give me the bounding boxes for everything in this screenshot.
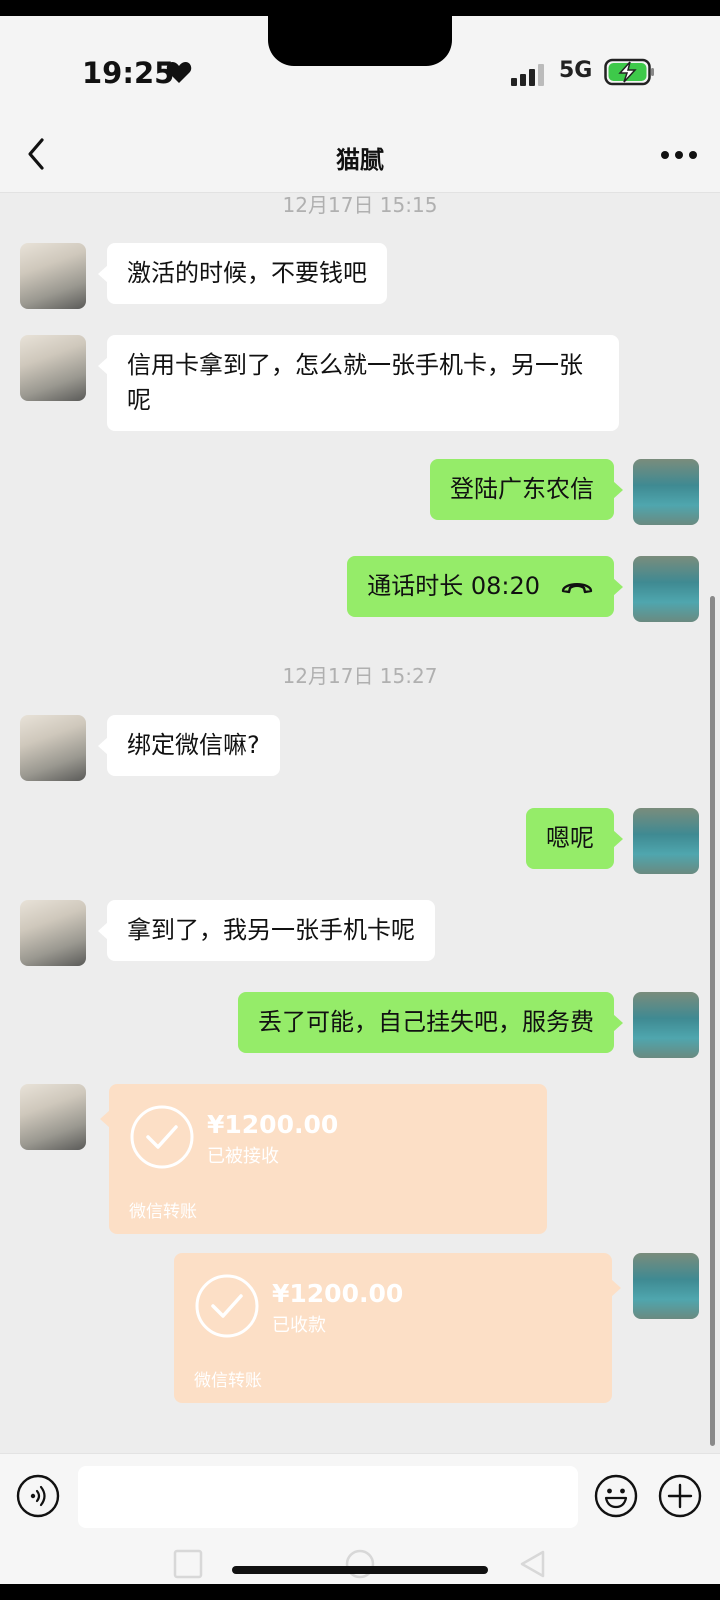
call-record-bubble[interactable]: 通话时长 08:20 bbox=[347, 556, 623, 617]
signal-icon bbox=[511, 62, 551, 86]
check-circle-icon bbox=[195, 1274, 259, 1338]
avatar[interactable] bbox=[20, 243, 86, 309]
more-dots-icon[interactable] bbox=[660, 150, 698, 160]
recent-apps-icon[interactable] bbox=[172, 1548, 204, 1580]
message-bubble[interactable]: 嗯呢 bbox=[526, 808, 623, 869]
chat-header: 猫腻 bbox=[0, 116, 720, 193]
avatar[interactable] bbox=[633, 556, 699, 622]
transfer-status: 已被接收 bbox=[207, 1146, 279, 1167]
emoji-icon[interactable] bbox=[594, 1474, 638, 1518]
transfer-amount: ¥1200.00 bbox=[272, 1279, 404, 1308]
message-input[interactable] bbox=[78, 1466, 578, 1528]
home-icon[interactable] bbox=[344, 1548, 376, 1580]
scrollbar[interactable] bbox=[710, 596, 715, 1446]
network-type: 5G bbox=[559, 58, 593, 83]
message-bubble[interactable]: 拿到了，我另一张手机卡呢 bbox=[98, 900, 435, 961]
transfer-amount: ¥1200.00 bbox=[207, 1110, 339, 1139]
transfer-label: 微信转账 bbox=[194, 1371, 262, 1391]
avatar[interactable] bbox=[633, 808, 699, 874]
message-list[interactable]: 12月17日 15:15 激活的时候，不要钱吧 信用卡拿到了，怎么就一张手机卡，… bbox=[0, 192, 720, 1453]
home-indicator[interactable] bbox=[232, 1566, 488, 1574]
avatar[interactable] bbox=[633, 1253, 699, 1319]
timestamp: 12月17日 15:27 bbox=[282, 664, 438, 688]
avatar[interactable] bbox=[633, 992, 699, 1058]
battery-charging-icon bbox=[604, 58, 654, 86]
status-time: 19:25 bbox=[82, 56, 175, 90]
avatar[interactable] bbox=[20, 715, 86, 781]
transfer-card[interactable]: ¥1200.00 已被接收 微信转账 bbox=[100, 1084, 547, 1234]
message-bubble[interactable]: 登陆广东农信 bbox=[430, 459, 623, 520]
avatar[interactable] bbox=[20, 1084, 86, 1150]
transfer-status: 已收款 bbox=[272, 1315, 326, 1336]
phone-hangup-icon bbox=[561, 583, 593, 594]
system-navigation bbox=[0, 1548, 720, 1584]
back-triangle-icon[interactable] bbox=[516, 1548, 548, 1580]
voice-icon[interactable] bbox=[16, 1474, 60, 1518]
plus-icon[interactable] bbox=[658, 1474, 702, 1518]
check-circle-icon bbox=[130, 1105, 194, 1169]
chat-screen: 19:25 5G 猫腻 12月17日 15:15 激活的时候，不要钱吧 信用卡拿… bbox=[0, 16, 720, 1584]
avatar[interactable] bbox=[20, 335, 86, 401]
transfer-label: 微信转账 bbox=[129, 1202, 197, 1222]
call-duration: 通话时长 08:20 bbox=[367, 572, 540, 600]
status-bar: 19:25 5G bbox=[0, 16, 720, 116]
message-bubble[interactable]: 绑定微信嘛? bbox=[98, 715, 280, 776]
avatar[interactable] bbox=[20, 900, 86, 966]
heart-icon bbox=[166, 62, 192, 83]
chat-title: 猫腻 bbox=[336, 146, 384, 174]
message-bubble[interactable]: 丢了可能，自己挂失吧，服务费 bbox=[238, 992, 623, 1053]
message-bubble[interactable]: 激活的时候，不要钱吧 bbox=[98, 243, 387, 304]
message-bubble[interactable]: 信用卡拿到了，怎么就一张手机卡，另一张呢 bbox=[98, 335, 619, 431]
timestamp: 12月17日 15:15 bbox=[282, 193, 438, 217]
transfer-card[interactable]: ¥1200.00 已收款 微信转账 bbox=[174, 1253, 621, 1403]
avatar[interactable] bbox=[633, 459, 699, 525]
camera-notch bbox=[268, 16, 452, 66]
input-bar bbox=[0, 1453, 720, 1584]
